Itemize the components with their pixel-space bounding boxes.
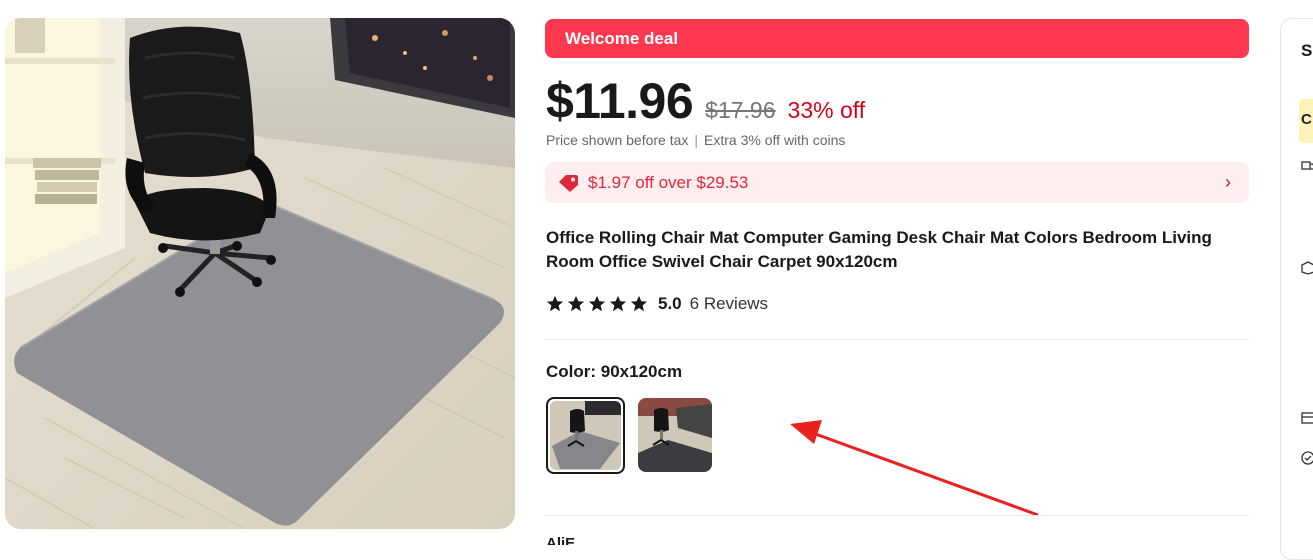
annotation-arrow-icon — [790, 420, 1039, 517]
star-rating — [546, 295, 648, 313]
original-price: $17.96 — [705, 97, 776, 123]
coupon-tag-icon — [559, 175, 578, 192]
side-panel-badge: C — [1299, 99, 1313, 143]
color-swatch-black[interactable] — [638, 398, 712, 472]
discount-percent: 33% off — [787, 97, 866, 123]
right-side-panel: S C — [1280, 18, 1313, 560]
star-icon — [588, 295, 606, 312]
box-icon — [1301, 261, 1313, 275]
product-main-image[interactable] — [5, 18, 515, 529]
shield-check-icon — [1301, 451, 1313, 465]
star-icon — [567, 295, 585, 312]
divider — [545, 515, 1249, 516]
rating-row[interactable]: 5.0 6 Reviews — [546, 294, 768, 314]
chevron-right-icon[interactable]: › — [1225, 172, 1231, 193]
rating-score: 5.0 — [658, 294, 682, 313]
divider — [545, 339, 1249, 340]
star-icon — [630, 295, 648, 312]
tax-note: Price shown before tax | Extra 3% off with… — [546, 132, 845, 148]
coins-discount-text: Extra 3% off with coins — [704, 132, 846, 148]
coupon-bar[interactable]: $1.97 off over $29.53 › — [545, 162, 1249, 203]
side-panel-badge-text: C — [1301, 111, 1312, 128]
product-title: Office Rolling Chair Mat Computer Gaming… — [546, 228, 1212, 271]
star-icon — [546, 295, 564, 312]
separator: | — [694, 132, 699, 148]
coupon-text: $1.97 off over $29.53 — [588, 173, 749, 192]
side-panel-heading: S — [1301, 41, 1313, 60]
welcome-deal-banner: Welcome deal — [545, 19, 1249, 58]
color-swatch-gray[interactable] — [546, 397, 625, 474]
truck-icon — [1301, 161, 1313, 170]
color-label: Color: 90x120cm — [546, 362, 683, 381]
card-icon — [1301, 412, 1313, 424]
price-before-tax-text: Price shown before tax — [546, 132, 689, 148]
price-row: $11.96 $17.96 33% off — [546, 72, 865, 132]
reviews-link[interactable]: 6 Reviews — [690, 294, 768, 314]
star-icon — [609, 295, 627, 312]
current-price: $11.96 — [546, 73, 694, 129]
